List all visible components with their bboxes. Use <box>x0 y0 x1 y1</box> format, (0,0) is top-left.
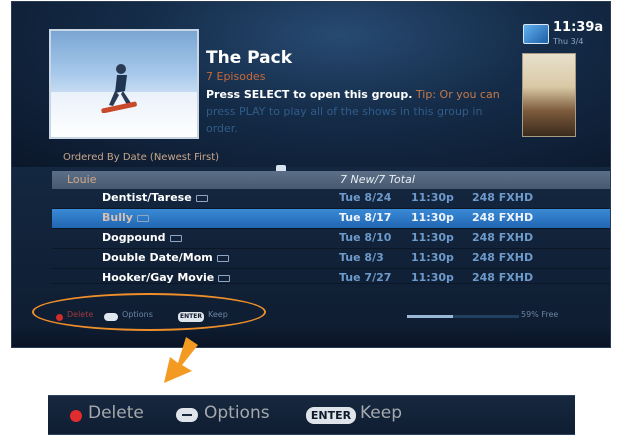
list-item[interactable]: Double Date/Mom Tue 8/3 11:30p 248 FXHD <box>52 249 610 269</box>
instruction-bold: Press SELECT to open this group. <box>206 88 413 101</box>
recording-list: Louie 7 New/7 Total Dentist/Tarese Tue 8… <box>52 171 610 284</box>
recording-icon <box>216 254 229 262</box>
episode-time: 11:30p <box>411 231 454 244</box>
group-total: 7 New/7 Total <box>340 173 415 186</box>
episode-channel: 248 FXHD <box>472 211 534 224</box>
instruction-tip: Tip: Or you can <box>412 88 500 101</box>
group-title: The Pack <box>206 48 293 68</box>
episode-channel: 248 FXHD <box>472 271 534 284</box>
screen-bottom-edge <box>12 329 610 347</box>
episode-name: Double Date/Mom <box>102 251 229 264</box>
sort-order-label: Ordered By Date (Newest First) <box>63 152 220 163</box>
episode-name: Dentist/Tarese <box>102 191 208 204</box>
list-item[interactable]: Dentist/Tarese Tue 8/24 11:30p 248 FXHD <box>52 189 610 209</box>
list-item[interactable]: Hooker/Gay Movie Tue 7/27 11:30p 248 FXH… <box>52 269 610 284</box>
disk-space-bar <box>407 315 519 318</box>
show-thumbnail <box>49 29 199 139</box>
episode-name: Dogpound <box>102 231 182 244</box>
clock-date: Thu 3/4 <box>553 37 584 46</box>
recording-icon <box>195 194 208 202</box>
episode-time: 11:30p <box>411 271 454 284</box>
episode-date: Tue 8/17 <box>339 211 392 224</box>
list-item[interactable]: Dogpound Tue 8/10 11:30p 248 FXHD <box>52 229 610 249</box>
options-button-icon[interactable] <box>176 408 198 422</box>
group-header-row[interactable]: Louie 7 New/7 Total <box>52 171 610 189</box>
episode-count: 7 Episodes <box>206 70 266 83</box>
recording-icon <box>136 214 149 222</box>
options-label: Options <box>204 403 270 423</box>
keep-label: Keep <box>360 403 403 423</box>
episode-name: Hooker/Gay Movie <box>102 271 231 283</box>
clock-time: 11:39a <box>553 20 604 35</box>
episode-date: Tue 7/27 <box>339 271 392 284</box>
down-arrow-icon <box>164 337 198 383</box>
episode-name: Bully <box>102 211 149 224</box>
highlight-oval <box>32 293 266 331</box>
episode-time: 11:30p <box>411 211 454 224</box>
episode-time: 11:30p <box>411 251 454 264</box>
instruction-text: Press SELECT to open this group. Tip: Or… <box>206 86 506 137</box>
zoomed-footer-bar: Delete Options ENTER Keep <box>48 395 575 435</box>
episode-channel: 248 FXHD <box>472 251 534 264</box>
episode-date: Tue 8/3 <box>339 251 384 264</box>
group-name: Louie <box>67 173 97 186</box>
snowboarder-figure <box>101 64 137 113</box>
episode-date: Tue 8/24 <box>339 191 392 204</box>
delete-label: Delete <box>88 403 144 423</box>
enter-button-icon[interactable]: ENTER <box>306 407 356 424</box>
recording-icon <box>218 274 231 282</box>
recording-icon <box>169 234 182 242</box>
episode-channel: 248 FXHD <box>472 191 534 204</box>
free-space-label: 59% Free <box>521 310 559 319</box>
tv-clock-icon <box>523 24 549 44</box>
episode-time: 11:30p <box>411 191 454 204</box>
list-item-selected[interactable]: Bully Tue 8/17 11:30p 248 FXHD <box>52 209 610 229</box>
red-button-icon[interactable] <box>70 410 82 422</box>
disk-space-fill <box>407 315 453 318</box>
instruction-rest: press PLAY to play all of the shows in t… <box>206 105 483 135</box>
episode-channel: 248 FXHD <box>472 231 534 244</box>
episode-date: Tue 8/10 <box>339 231 392 244</box>
show-poster <box>522 53 576 137</box>
